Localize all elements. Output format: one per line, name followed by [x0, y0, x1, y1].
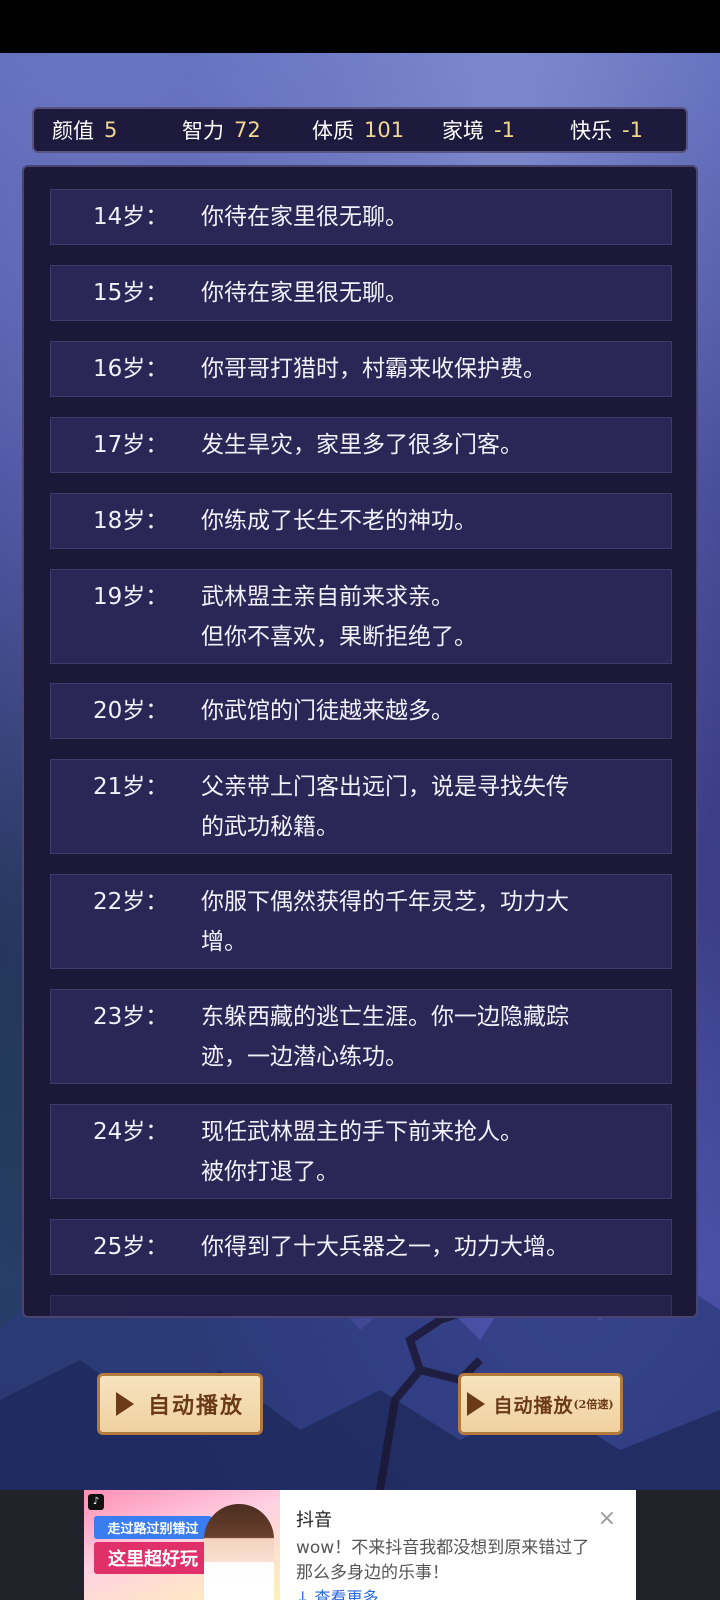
status-bar [0, 0, 720, 53]
event-age: 20岁： [93, 698, 169, 724]
play-icon [115, 1392, 134, 1416]
stat-intelligence: 智力 72 [182, 115, 312, 145]
event-text: 你练成了长生不老的神功。 [201, 508, 477, 534]
ad-image-text-1: 走过路过别错过 [94, 1516, 212, 1539]
event-text-line2: 迹，一边潜心练功。 [201, 1044, 408, 1070]
event-row: 16岁： 你哥哥打猎时，村霸来收保护费。 [50, 341, 672, 397]
stat-value: -1 [622, 118, 643, 142]
stat-label: 颜值 [52, 119, 94, 143]
event-row: 18岁： 你练成了长生不老的神功。 [50, 493, 672, 549]
stat-label: 智力 [182, 119, 224, 143]
event-row: 19岁： 武林盟主亲自前来求亲。 但你不喜欢，果断拒绝了。 [50, 569, 672, 664]
event-text: 东躲西藏的逃亡生涯。你一边隐藏踪 迹，一边潜心练功。 [201, 997, 671, 1083]
stat-label: 家境 [442, 119, 484, 143]
event-text: 你服下偶然获得的千年灵芝，功力大 增。 [201, 882, 671, 968]
autoplay-button[interactable]: 自动播放 [97, 1373, 263, 1435]
event-row: 22岁： 你服下偶然获得的千年灵芝，功力大 增。 [50, 874, 672, 969]
stat-happiness: 快乐 -1 [570, 115, 643, 145]
event-text: 发生旱灾，家里多了很多门客。 [201, 432, 523, 458]
stat-value: -1 [494, 118, 515, 142]
play-icon [467, 1392, 486, 1416]
event-row: 21岁： 父亲带上门客出远门，说是寻找失传 的武功秘籍。 [50, 759, 672, 854]
stat-value: 101 [364, 118, 405, 142]
event-age: 21岁： [93, 774, 169, 800]
autoplay-label: 自动播放 [147, 1393, 244, 1419]
ad-person-image [204, 1504, 274, 1600]
event-text: 现任武林盟主的手下前来抢人。 被你打退了。 [201, 1112, 671, 1198]
ad-description: wow！不来抖音我都没想到原来错过了那么多身边的乐事！ [296, 1538, 590, 1583]
event-text: 你武馆的门徒越来越多。 [201, 698, 454, 724]
event-text: 你哥哥打猎时，村霸来收保护费。 [201, 356, 546, 382]
event-age: 24岁： [93, 1119, 169, 1145]
event-text-line2: 被你打退了。 [201, 1159, 339, 1185]
close-icon[interactable]: × [598, 1506, 616, 1531]
event-text-line1: 现任武林盟主的手下前来抢人。 [201, 1119, 523, 1145]
event-text: 你待在家里很无聊。 [201, 204, 408, 230]
ad-text: 抖音 wow！不来抖音我都没想到原来错过了那么多身边的乐事！ [296, 1506, 596, 1586]
event-text-line2: 但你不喜欢，果断拒绝了。 [201, 624, 477, 650]
event-text: 父亲带上门客出远门，说是寻找失传 的武功秘籍。 [201, 767, 671, 853]
autoplay-2x-button[interactable]: 自动播放 (2倍速) [458, 1373, 623, 1435]
event-row-partial [50, 1295, 672, 1316]
event-row: 25岁： 你得到了十大兵器之一，功力大增。 [50, 1219, 672, 1275]
ad-card[interactable]: 走过路过别错过 这里超好玩 ♪ 抖音 wow！不来抖音我都没想到原来错过了那么多… [84, 1490, 636, 1600]
stat-constitution: 体质 101 [312, 115, 442, 145]
stat-value: 72 [234, 118, 261, 142]
event-age: 17岁： [93, 432, 169, 458]
ad-image[interactable]: 走过路过别错过 这里超好玩 ♪ [84, 1490, 280, 1600]
event-text-line1: 父亲带上门客出远门，说是寻找失传 [201, 774, 569, 800]
event-row: 14岁： 你待在家里很无聊。 [50, 189, 672, 245]
stat-family: 家境 -1 [442, 115, 570, 145]
stat-appearance: 颜值 5 [52, 115, 182, 145]
ad-banner[interactable]: 走过路过别错过 这里超好玩 ♪ 抖音 wow！不来抖音我都没想到原来错过了那么多… [0, 1490, 720, 1600]
event-age: 19岁： [93, 584, 169, 610]
event-text-line2: 的武功秘籍。 [201, 814, 339, 840]
event-age: 23岁： [93, 1004, 169, 1030]
event-age: 22岁： [93, 889, 169, 915]
life-event-list[interactable]: 14岁： 你待在家里很无聊。 15岁： 你待在家里很无聊。 16岁： 你哥哥打猎… [22, 165, 698, 1318]
event-text: 武林盟主亲自前来求亲。 但你不喜欢，果断拒绝了。 [201, 577, 671, 663]
event-text-line2: 增。 [201, 929, 247, 955]
event-row: 24岁： 现任武林盟主的手下前来抢人。 被你打退了。 [50, 1104, 672, 1199]
event-text: 你待在家里很无聊。 [201, 280, 408, 306]
event-age: 16岁： [93, 356, 169, 382]
ad-more-link[interactable]: ↓ 查看更多 [296, 1584, 379, 1600]
ad-title: 抖音 [296, 1510, 332, 1531]
event-row: 23岁： 东躲西藏的逃亡生涯。你一边隐藏踪 迹，一边潜心练功。 [50, 989, 672, 1084]
download-icon: ↓ [296, 1588, 310, 1600]
stat-label: 体质 [312, 119, 354, 143]
event-text: 你得到了十大兵器之一，功力大增。 [201, 1234, 569, 1260]
event-row: 15岁： 你待在家里很无聊。 [50, 265, 672, 321]
event-text-line1: 武林盟主亲自前来求亲。 [201, 584, 454, 610]
autoplay-2x-suffix: (2倍速) [573, 1398, 614, 1411]
stat-value: 5 [104, 118, 118, 142]
stat-label: 快乐 [570, 119, 612, 143]
ad-more-label: 查看更多 [314, 1588, 379, 1600]
event-age: 18岁： [93, 508, 169, 534]
ad-image-text-2: 这里超好玩 [94, 1542, 212, 1574]
event-text-line1: 你服下偶然获得的千年灵芝，功力大 [201, 889, 569, 915]
event-row: 17岁： 发生旱灾，家里多了很多门客。 [50, 417, 672, 473]
event-text-line1: 东躲西藏的逃亡生涯。你一边隐藏踪 [201, 1004, 569, 1030]
tiktok-logo-icon: ♪ [88, 1494, 104, 1510]
attribute-bar: 颜值 5 智力 72 体质 101 家境 -1 快乐 -1 [32, 107, 688, 153]
event-age: 14岁： [93, 204, 169, 230]
event-age: 25岁： [93, 1234, 169, 1260]
autoplay-2x-label: 自动播放 [493, 1394, 574, 1417]
event-age: 15岁： [93, 280, 169, 306]
event-row: 20岁： 你武馆的门徒越来越多。 [50, 683, 672, 739]
